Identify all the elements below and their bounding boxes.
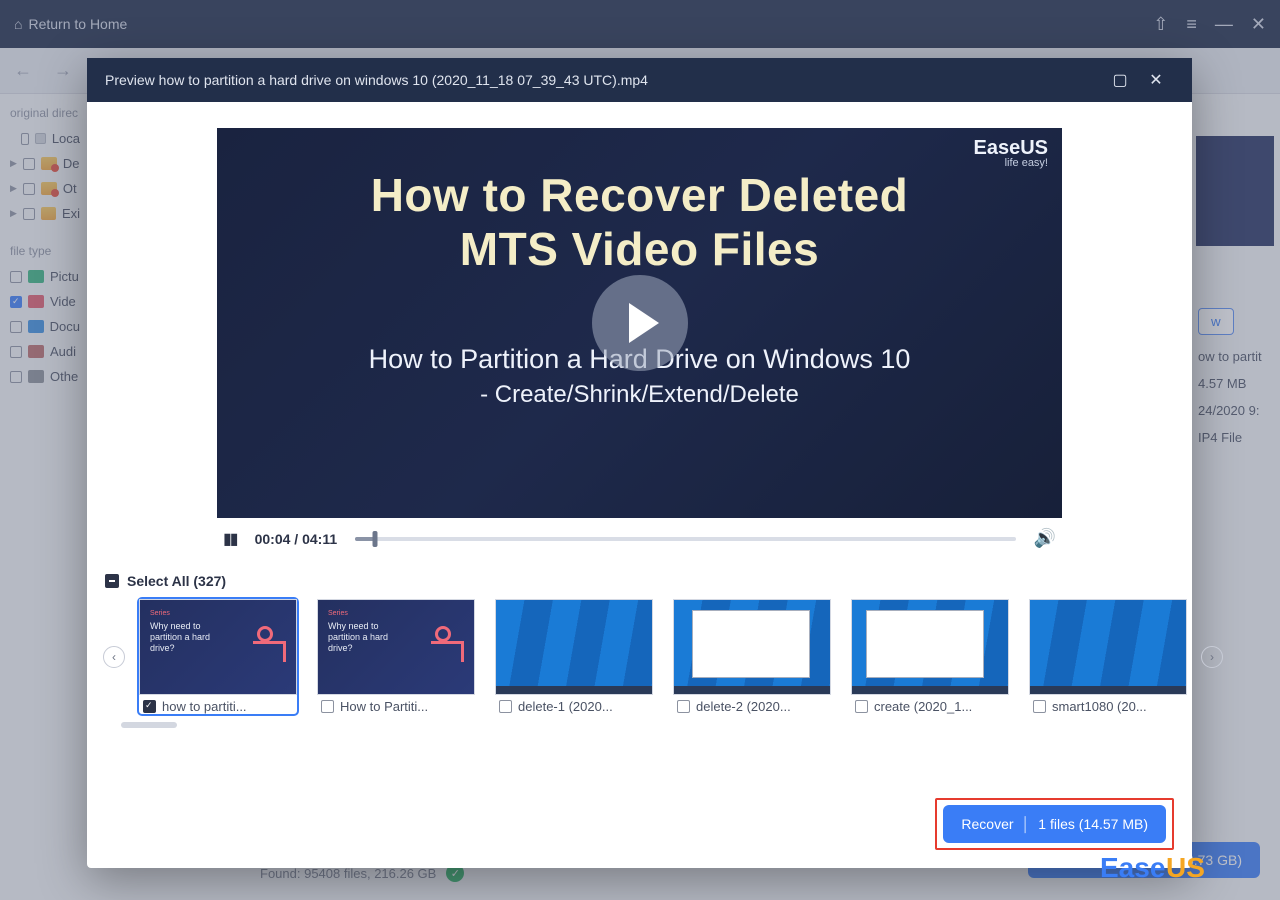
thumbnail[interactable]: SeriesWhy need to partition a hard drive… xyxy=(317,599,475,714)
thumbnail[interactable]: SeriesWhy need to partition a hard drive… xyxy=(139,599,297,714)
pause-button[interactable]: ▮▮ xyxy=(223,529,237,549)
thumbnail-label[interactable]: smart1080 (20... xyxy=(1029,699,1187,714)
seek-track[interactable] xyxy=(355,537,1015,541)
recover-highlight: Recover │ 1 files (14.57 MB) xyxy=(935,798,1174,850)
gallery-scroll-indicator[interactable] xyxy=(121,722,177,728)
thumbnail-gallery: Select All (327) ‹ SeriesWhy need to par… xyxy=(87,561,1192,728)
select-all-checkbox[interactable] xyxy=(105,574,119,588)
select-all-control[interactable]: Select All (327) xyxy=(103,567,1176,599)
maximize-icon[interactable]: ▢ xyxy=(1102,70,1138,90)
thumbnail[interactable]: delete-1 (2020... xyxy=(495,599,653,714)
thumbnail[interactable]: smart1080 (20... xyxy=(1029,599,1187,714)
time-display: 00:04 / 04:11 xyxy=(255,531,338,547)
modal-title: Preview how to partition a hard drive on… xyxy=(105,72,648,88)
modal-close-icon[interactable]: ✕ xyxy=(1138,70,1174,90)
thumbnail-label[interactable]: create (2020_1... xyxy=(851,699,1009,714)
slide-subheading: - Create/Shrink/Extend/Delete xyxy=(480,381,799,409)
svg-text:US: US xyxy=(1166,852,1205,883)
gallery-prev-icon[interactable]: ‹ xyxy=(103,646,125,668)
video-frame[interactable]: EaseUS life easy! How to Recover Deleted… xyxy=(217,128,1062,518)
overlay-title: How to Recover Deleted MTS Video Files xyxy=(217,168,1062,277)
brand-watermark: EaseUS life easy! xyxy=(974,138,1049,169)
recover-detail: 1 files (14.57 MB) xyxy=(1038,816,1148,832)
modal-footer: Recover │ 1 files (14.57 MB) xyxy=(87,784,1192,868)
preview-area: EaseUS life easy! How to Recover Deleted… xyxy=(87,102,1192,561)
select-all-label: Select All (327) xyxy=(127,573,226,589)
thumbnail-label[interactable]: how to partiti... xyxy=(139,699,297,714)
easeus-watermark: EaseUS xyxy=(1100,851,1250,890)
thumbnail-label[interactable]: delete-1 (2020... xyxy=(495,699,653,714)
thumbnail-label[interactable]: How to Partiti... xyxy=(317,699,475,714)
gallery-next-icon[interactable]: › xyxy=(1201,646,1223,668)
thumbnail-label[interactable]: delete-2 (2020... xyxy=(673,699,831,714)
thumbnail[interactable]: delete-2 (2020... xyxy=(673,599,831,714)
modal-header: Preview how to partition a hard drive on… xyxy=(87,58,1192,102)
recover-label: Recover xyxy=(961,816,1013,832)
volume-icon[interactable]: 🔊 xyxy=(1034,528,1056,549)
recover-button[interactable]: Recover │ 1 files (14.57 MB) xyxy=(943,805,1166,843)
thumbnail[interactable]: create (2020_1... xyxy=(851,599,1009,714)
play-icon[interactable] xyxy=(592,275,688,371)
video-controls: ▮▮ 00:04 / 04:11 🔊 xyxy=(217,518,1062,549)
svg-text:Ease: Ease xyxy=(1100,852,1165,883)
preview-modal: Preview how to partition a hard drive on… xyxy=(87,58,1192,868)
